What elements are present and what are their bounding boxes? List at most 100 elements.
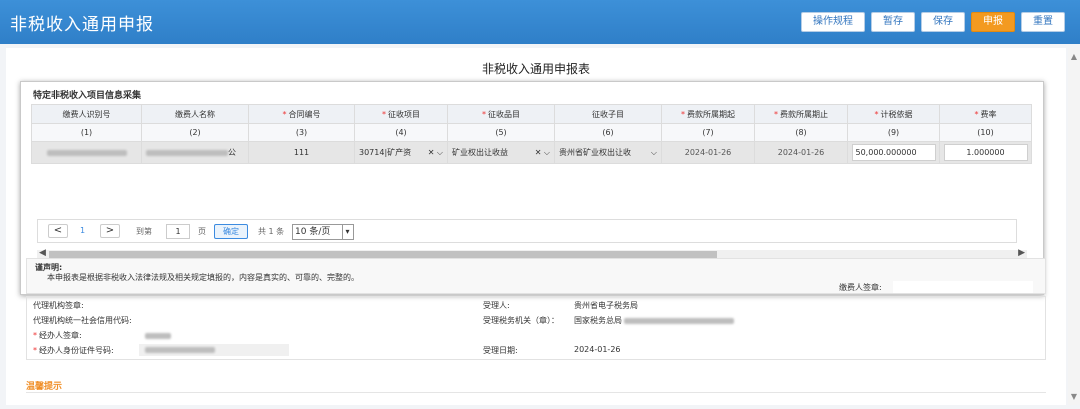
column-index: (5): [447, 123, 555, 142]
acceptor-value: 贵州省电子税务局: [574, 301, 638, 310]
redacted-handler-name: [145, 333, 171, 339]
redacted-payer-id: [46, 149, 127, 156]
goto-confirm-button[interactable]: 确定: [214, 224, 248, 239]
dialog-title: 特定非税收入项目信息采集: [33, 91, 142, 101]
item-table: 缴费人识别号 缴费人名称 * 合同编号 * 征收项目 * 征收品目 征收子目 * 费款所属期起 * 费款…: [31, 104, 1032, 164]
payer-sign-label: 缴费人签章:: [839, 283, 882, 292]
chevron-down-icon: ▾: [342, 225, 352, 239]
save-button[interactable]: 保存: [921, 12, 965, 32]
handler-id-field[interactable]: [139, 344, 289, 356]
handler-sign-label: * 经办人签章:: [33, 330, 82, 341]
subitem-select[interactable]: 贵州省矿业权出让收 ⌵: [554, 141, 662, 164]
rate-cell[interactable]: 1.000000: [939, 141, 1032, 164]
page-title: 非税收入通用申报: [10, 15, 154, 35]
redacted-handler-id: [145, 347, 215, 353]
column-header-label: 征收子目: [592, 109, 624, 119]
guide-button[interactable]: 操作规程: [801, 12, 865, 32]
agent-acceptance-section: 代理机构签章: 代理机构统一社会信用代码: * 经办人签章: * 经办人身份证件号码…: [26, 296, 1046, 360]
rate-input[interactable]: 1.000000: [943, 144, 1028, 161]
table-header-row: 缴费人识别号 缴费人名称 * 合同编号 * 征收项目 * 征收品目 征收子目 * 费款所属期起 * 费款…: [31, 104, 1032, 124]
form-title: 非税收入通用申报表: [481, 62, 590, 76]
contract-no-cell[interactable]: 111: [248, 141, 355, 164]
reset-button[interactable]: 重置: [1021, 12, 1065, 32]
column-header-label: 征收品目: [488, 109, 520, 119]
tax-office-text: 国家税务总局: [574, 316, 622, 325]
handler-sign-text: 经办人签章:: [39, 331, 82, 340]
subitem-value: 贵州省矿业权出让收: [559, 148, 631, 157]
clear-icon[interactable]: ✕ ⌵: [535, 148, 550, 158]
chevron-down-icon[interactable]: ⌵: [651, 148, 657, 158]
item-select[interactable]: 矿业权出让收益 ✕ ⌵: [447, 141, 555, 164]
payer-name-cell: 公: [141, 141, 249, 164]
handler-id-label: * 经办人身份证件号码:: [33, 345, 114, 356]
tax-basis-input[interactable]: 50,000.000000: [851, 144, 936, 161]
column-header-label: 合同编号: [288, 109, 321, 119]
column-header-label: 缴费人识别号: [62, 109, 111, 119]
column-header: * 征收品目: [447, 104, 555, 124]
save-draft-button[interactable]: 暂存: [871, 12, 915, 32]
required-mark: *: [974, 109, 979, 119]
column-header: * 费款所属期起: [661, 104, 755, 124]
required-mark: *: [874, 109, 879, 119]
column-header-label: 计税依据: [880, 109, 913, 119]
required-mark: *: [382, 109, 386, 119]
project-select[interactable]: 30714|矿产资 ✕ ⌵: [354, 141, 448, 164]
page-unit-label: 页: [198, 227, 206, 236]
scroll-down-icon[interactable]: ▼: [1069, 392, 1079, 401]
acceptance-date-value: 2024-01-26: [574, 345, 621, 354]
acceptor-label: 受理人:: [483, 301, 510, 310]
declaration-section: 谨声明: 本申报表是根据非税收入法律法规及相关规定填报的，内容是真实的、可靠的、…: [26, 258, 1046, 294]
scroll-right-icon[interactable]: ▶: [1018, 248, 1025, 258]
required-mark: *: [33, 346, 37, 355]
column-header: * 费率: [939, 104, 1032, 124]
page-size-select[interactable]: 10 条/页 ▾: [292, 224, 354, 240]
top-bar: 非税收入通用申报 操作规程 暂存 保存 申报 重置: [0, 0, 1080, 44]
tax-office-label: 受理税务机关（章）：: [483, 316, 559, 325]
payer-id-cell: [31, 141, 142, 164]
column-header-label: 征收项目: [388, 109, 420, 119]
column-header-label: 费款所属期起: [687, 109, 735, 119]
current-page[interactable]: 1: [80, 226, 85, 235]
tax-office-value: 国家税务总局: [574, 315, 734, 326]
payer-sign-field[interactable]: [893, 281, 1033, 293]
clear-icon[interactable]: ✕ ⌵: [428, 148, 443, 158]
prev-page-button[interactable]: <: [48, 224, 68, 238]
required-mark: *: [482, 109, 486, 119]
divider: [26, 392, 1046, 393]
column-header-label: 费款所属期止: [780, 109, 828, 119]
next-page-button[interactable]: >: [100, 224, 120, 238]
column-header: * 费款所属期止: [754, 104, 848, 124]
column-header: 缴费人识别号: [31, 104, 142, 124]
agency-credit-code-label: 代理机构统一社会信用代码:: [33, 316, 132, 325]
form-page: 非税收入通用申报表 特定非税收入项目信息采集 缴费人识别号 缴费人名称 * 合同编号 *…: [6, 48, 1066, 405]
column-index: (10): [939, 123, 1032, 142]
payer-name-tail: 公: [228, 148, 236, 157]
column-index: (8): [754, 123, 848, 142]
tax-basis-cell[interactable]: 50,000.000000: [847, 141, 940, 164]
table-row[interactable]: 公 111 30714|矿产资 ✕ ⌵ 矿业权出让收益 ✕ ⌵ 贵州省矿业权出让收 ⌵…: [31, 141, 1032, 164]
goto-page-input[interactable]: 1: [166, 224, 190, 239]
agency-seal-label: 代理机构签章:: [33, 301, 84, 310]
required-mark: *: [282, 109, 287, 119]
column-header-label: 缴费人名称: [175, 109, 215, 119]
item-table-viewport: 缴费人识别号 缴费人名称 * 合同编号 * 征收项目 * 征收品目 征收子目 * 费款所属期起 * 费款…: [31, 104, 1037, 168]
period-start-cell: 2024-01-26: [661, 141, 755, 164]
pagination: < 1 > 到第 1 页 确定 共 1 条 10 条/页 ▾: [37, 219, 1017, 243]
project-value: 30714|矿产资: [359, 148, 412, 157]
scroll-up-icon[interactable]: ▲: [1069, 52, 1079, 61]
column-header: * 合同编号: [248, 104, 355, 124]
column-header-label: 费率: [980, 109, 997, 119]
column-header: * 征收项目: [354, 104, 448, 124]
column-index: (2): [141, 123, 249, 142]
submit-button[interactable]: 申报: [971, 12, 1015, 32]
vertical-scrollbar[interactable]: ▲ ▼: [1068, 48, 1080, 405]
column-index: (4): [354, 123, 448, 142]
notice-title: 温馨提示: [26, 382, 63, 392]
column-index: (6): [554, 123, 662, 142]
page-size-value: 10 条/页: [295, 227, 331, 237]
redacted-tax-office: [624, 317, 734, 324]
total-count: 共 1 条: [258, 227, 285, 236]
scroll-left-icon[interactable]: ◀: [39, 248, 46, 258]
column-index: (9): [847, 123, 940, 142]
column-index: (3): [248, 123, 355, 142]
